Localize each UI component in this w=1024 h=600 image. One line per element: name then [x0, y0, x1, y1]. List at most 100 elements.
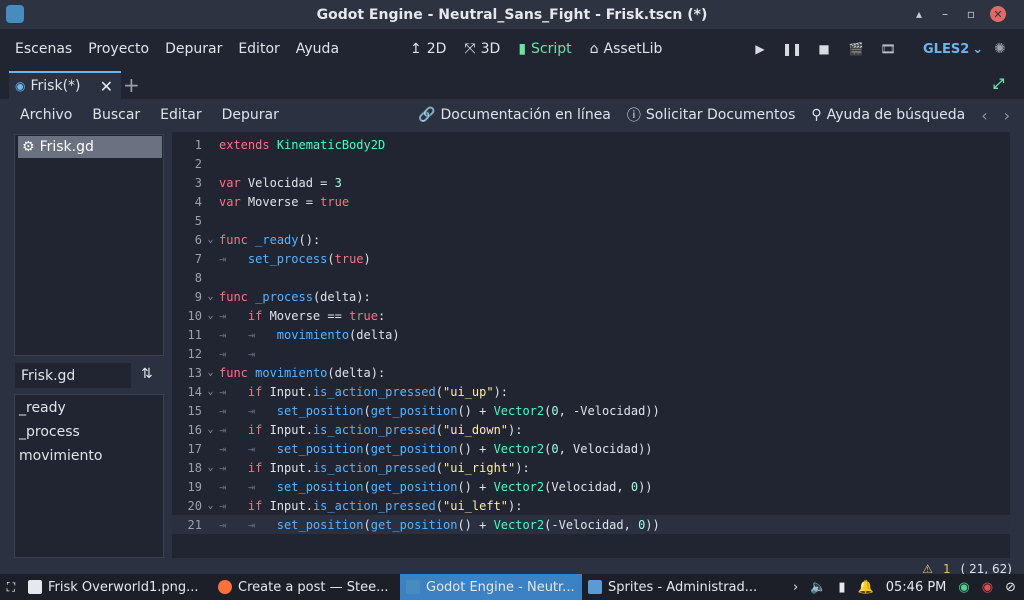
- code-line[interactable]: 7 ⇥ set_process(true): [172, 249, 1010, 268]
- code-line[interactable]: 3 var Velocidad = 3: [172, 173, 1010, 192]
- menu-proyecto[interactable]: Proyecto: [80, 41, 157, 57]
- code-line[interactable]: 16 ⌄ ⇥ if Input.is_action_pressed("ui_down…: [172, 420, 1010, 439]
- code-line[interactable]: 6 ⌄ func _ready():: [172, 230, 1010, 249]
- code-text: ⇥ ⇥ set_position(get_position() + Vector…: [219, 404, 660, 418]
- scene-tab[interactable]: ◉ Frisk(*) ✕: [9, 71, 121, 99]
- app-launcher-icon[interactable]: ⛶: [0, 574, 22, 600]
- fold-arrow-icon[interactable]: ⌄: [202, 310, 219, 321]
- menu-ayuda[interactable]: Ayuda: [288, 41, 347, 57]
- clock[interactable]: 05:46 PM: [886, 580, 947, 595]
- code-token: set_process: [247, 251, 328, 266]
- add-scene-tab-icon[interactable]: +: [123, 73, 140, 97]
- code-line[interactable]: 19 ⇥ ⇥ set_position(get_position() + Vect…: [172, 477, 1010, 496]
- request-docs-button[interactable]: ⓘ Solicitar Documentos: [627, 105, 795, 125]
- taskbar-item-browser[interactable]: Create a post — Stee...: [212, 574, 400, 600]
- code-editor[interactable]: 1 extends KinematicBody2D 2 3 var Velocidad …: [172, 132, 1010, 558]
- script-menu-editar[interactable]: Editar: [150, 107, 211, 123]
- volume-icon[interactable]: 🔈: [810, 580, 826, 595]
- stop-icon[interactable]: ■: [816, 41, 832, 57]
- close-tab-icon[interactable]: ✕: [100, 77, 113, 96]
- maximize-button[interactable]: ▫: [958, 4, 984, 24]
- code-line[interactable]: 11 ⇥ ⇥ movimiento(delta): [172, 325, 1010, 344]
- mode-assetlib-button[interactable]: ⌂ AssetLib: [590, 41, 663, 57]
- history-forward-icon[interactable]: ›: [1004, 106, 1010, 125]
- code-line[interactable]: 13 ⌄ func movimiento(delta):: [172, 363, 1010, 382]
- script-list-item[interactable]: ⚙ Frisk.gd: [18, 136, 162, 158]
- methods-list: _ready _process movimiento: [14, 394, 164, 558]
- fold-arrow-icon[interactable]: ⌄: [202, 424, 219, 435]
- code-token: if: [247, 460, 263, 475]
- sort-icon[interactable]: ⇅: [141, 366, 159, 384]
- code-line[interactable]: 14 ⌄ ⇥ if Input.is_action_pressed("ui_up")…: [172, 382, 1010, 401]
- code-line[interactable]: 2: [172, 154, 1010, 173]
- code-token: (-Velocidad,: [544, 517, 639, 532]
- script-menu-depurar[interactable]: Depurar: [212, 107, 289, 123]
- tray-app-icon[interactable]: ◉: [958, 580, 969, 595]
- method-item-ready[interactable]: _ready: [15, 396, 163, 420]
- code-token: if: [247, 422, 263, 437]
- mode-script-button[interactable]: ▮ Script: [518, 41, 571, 57]
- search-help-button[interactable]: ⚲ Ayuda de búsqueda: [811, 107, 965, 123]
- method-item-process[interactable]: _process: [15, 420, 163, 444]
- close-window-button[interactable]: ✕: [990, 6, 1006, 22]
- line-number: 18: [187, 460, 202, 475]
- code-line[interactable]: 5: [172, 211, 1010, 230]
- renderer-dropdown[interactable]: GLES2 ⌄: [923, 29, 983, 69]
- pause-icon[interactable]: ❚❚: [782, 41, 802, 57]
- taskbar-item-label: Sprites - Administrad...: [608, 579, 758, 595]
- taskbar-item-files[interactable]: Sprites - Administrad...: [582, 574, 766, 600]
- code-line[interactable]: 21 ⇥ ⇥ set_position(get_position() + Vect…: [172, 515, 1010, 534]
- code-line[interactable]: 4 var Moverse = true: [172, 192, 1010, 211]
- code-line[interactable]: 18 ⌄ ⇥ if Input.is_action_pressed("ui_righ…: [172, 458, 1010, 477]
- tray-alert-icon[interactable]: ◉: [982, 580, 993, 595]
- code-line[interactable]: 12 ⇥ ⇥: [172, 344, 1010, 363]
- menu-escenas[interactable]: Escenas: [7, 41, 80, 57]
- minimize-button[interactable]: –: [932, 4, 958, 24]
- code-line[interactable]: 1 extends KinematicBody2D: [172, 135, 1010, 154]
- fold-arrow-icon[interactable]: ⌄: [202, 291, 219, 302]
- taskbar-item-godot[interactable]: Godot Engine - Neutr...: [400, 574, 582, 600]
- method-item-movimiento[interactable]: movimiento: [15, 444, 163, 468]
- scene-tabbar: ◉ Frisk(*) ✕ + ⤢: [0, 69, 1024, 99]
- online-docs-button[interactable]: 🔗 Documentación en línea: [418, 107, 611, 123]
- code-token: set_position: [276, 403, 364, 418]
- code-token: set_position: [276, 441, 364, 456]
- fold-arrow-icon[interactable]: ⌄: [202, 386, 219, 397]
- tray-expand-icon[interactable]: ›: [793, 580, 798, 595]
- distraction-free-icon[interactable]: ⤢: [993, 76, 1009, 92]
- code-line[interactable]: 9 ⌄ func _process(delta):: [172, 287, 1010, 306]
- mode-2d-button[interactable]: ↥ 2D: [410, 41, 446, 57]
- play-custom-scene-icon[interactable]: 🎞: [880, 41, 896, 57]
- script-menu-archivo[interactable]: Archivo: [10, 107, 82, 123]
- code-line[interactable]: 17 ⇥ ⇥ set_position(get_position() + Vect…: [172, 439, 1010, 458]
- notifications-icon[interactable]: 🔔: [858, 580, 874, 595]
- assetlib-icon: ⌂: [589, 41, 599, 57]
- play-icon[interactable]: ▶: [752, 41, 768, 57]
- play-scene-icon[interactable]: 🎬: [848, 41, 864, 57]
- fold-arrow-icon[interactable]: ⌄: [202, 367, 219, 378]
- taskbar-item-image[interactable]: Frisk Overworld1.png...: [22, 574, 212, 600]
- fold-arrow-icon[interactable]: ⌄: [202, 500, 219, 511]
- battery-icon[interactable]: ▮: [838, 580, 845, 595]
- keep-above-button[interactable]: ▴: [906, 4, 932, 24]
- code-token: "ui_left": [443, 498, 509, 513]
- do-not-disturb-icon[interactable]: ⊘: [1005, 580, 1016, 595]
- methods-filter-input[interactable]: Frisk.gd: [14, 362, 132, 389]
- menu-editor[interactable]: Editor: [230, 41, 287, 57]
- code-token: (: [435, 384, 443, 399]
- script-menu-buscar[interactable]: Buscar: [82, 107, 150, 123]
- code-token: Moverse =: [240, 194, 321, 209]
- history-back-icon[interactable]: ‹: [981, 106, 987, 125]
- code-text: ⇥ ⇥ set_position(get_position() + Vector…: [219, 518, 660, 532]
- code-line[interactable]: 20 ⌄ ⇥ if Input.is_action_pressed("ui_left…: [172, 496, 1010, 515]
- code-line[interactable]: 15 ⇥ ⇥ set_position(get_position() + Vect…: [172, 401, 1010, 420]
- code-line[interactable]: 10 ⌄ ⇥ if Moverse == true:: [172, 306, 1010, 325]
- menu-depurar[interactable]: Depurar: [157, 41, 230, 57]
- code-token: set_position: [276, 517, 364, 532]
- mode-3d-button[interactable]: ⤧ 3D: [464, 41, 500, 57]
- code-line[interactable]: 8: [172, 268, 1010, 287]
- fold-arrow-icon[interactable]: ⌄: [202, 462, 219, 473]
- code-token: ⇥ ⇥: [219, 441, 277, 456]
- fold-arrow-icon[interactable]: ⌄: [202, 234, 219, 245]
- code-token: true: [320, 194, 350, 209]
